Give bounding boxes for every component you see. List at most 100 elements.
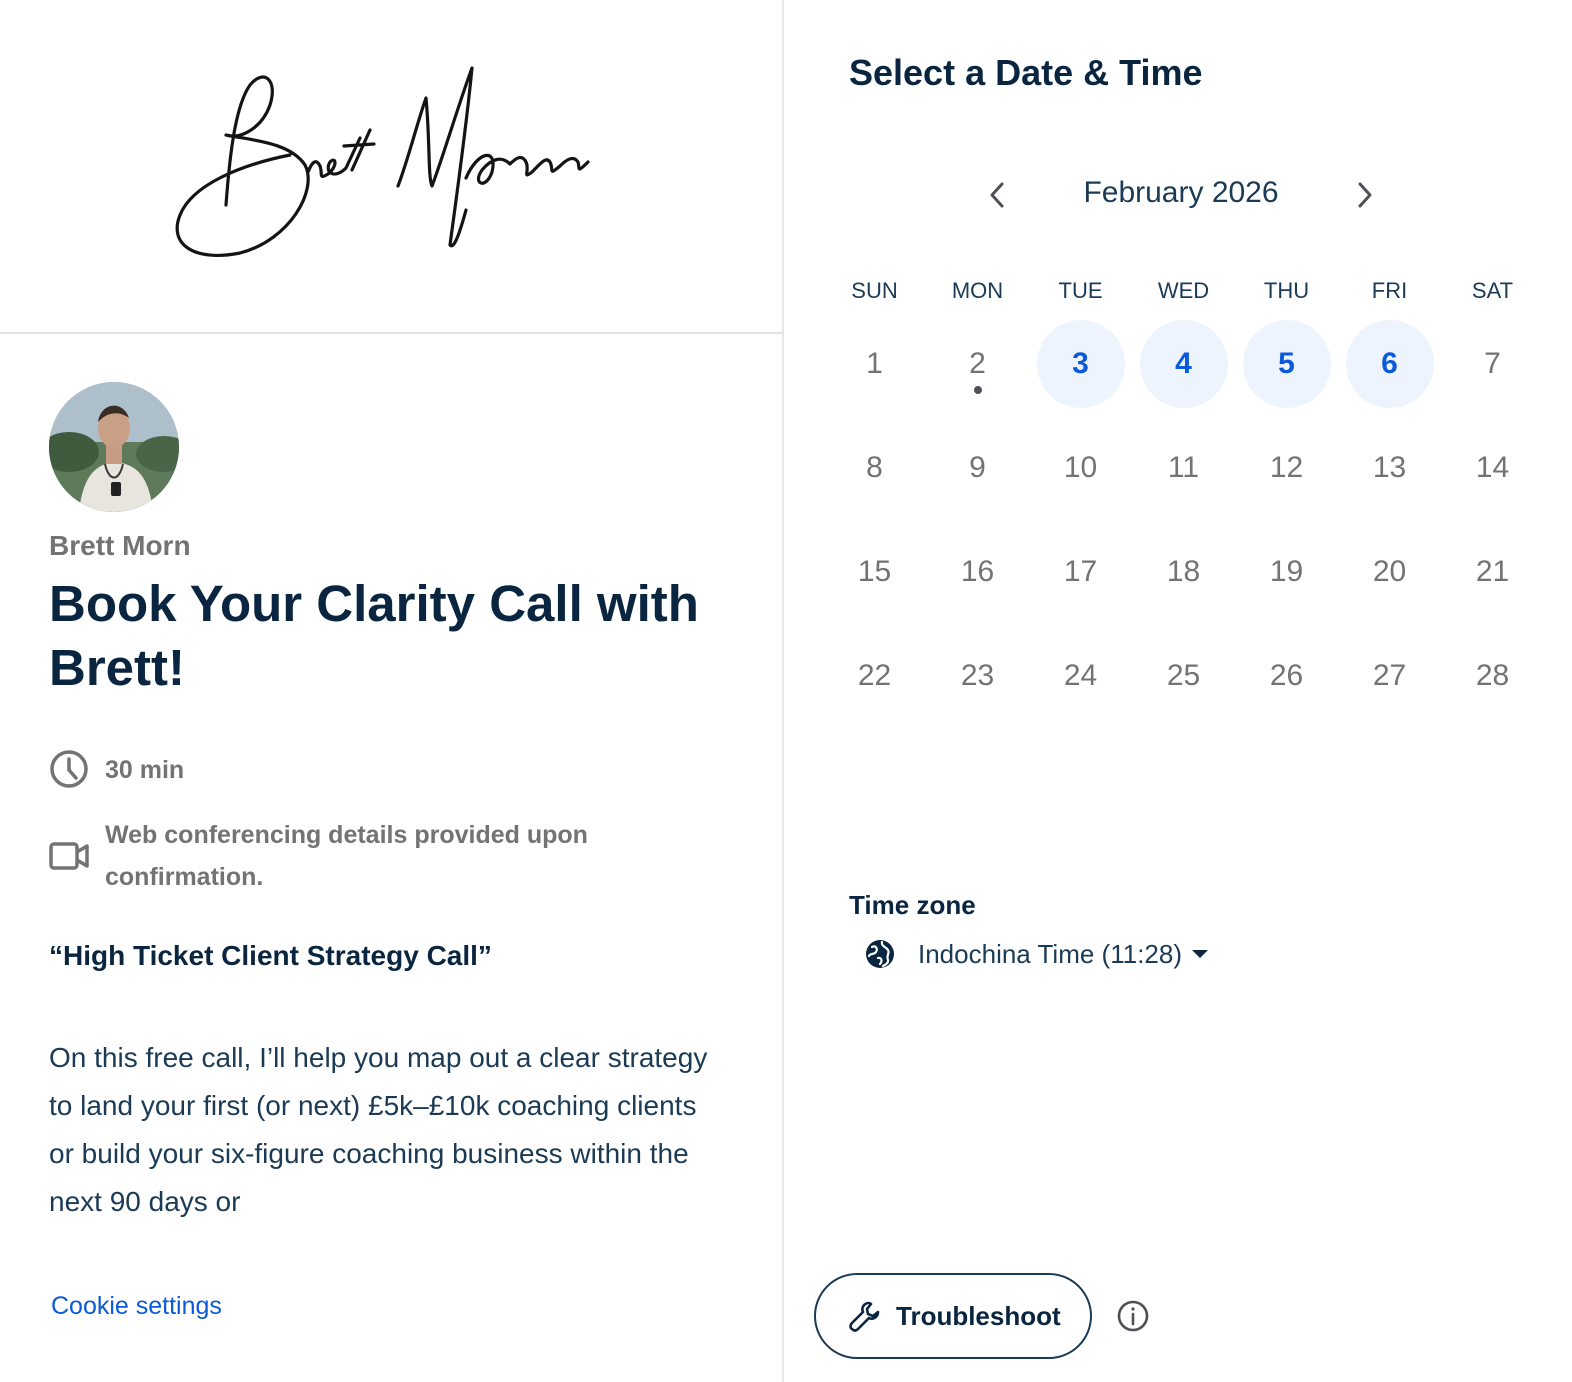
day-number: 4 [1139, 320, 1228, 408]
scheduler-panel: Select a Date & Time February 2026 SUN MO… [786, 0, 1572, 1382]
month-label: February 2026 [1083, 176, 1279, 209]
day-number: 25 [1166, 659, 1201, 692]
weekday-header: SUN MON TUE WED THU FRI SAT [823, 270, 1543, 312]
calendar-day-7: 7 [1441, 312, 1544, 416]
day-number: 17 [1063, 555, 1098, 588]
day-number: 8 [866, 451, 883, 484]
calendar-day-26: 26 [1235, 624, 1338, 728]
duration-row: 30 min [49, 749, 184, 791]
weekday-sat: SAT [1471, 278, 1514, 303]
calendar-week: 1 23456 7 [823, 312, 1543, 416]
weekday-sun: SUN [851, 278, 898, 303]
day-number: 20 [1372, 555, 1407, 588]
scheduler-title: Select a Date & Time [849, 52, 1203, 93]
day-number: 28 [1475, 659, 1510, 692]
calendar-day-2: 2 [926, 312, 1029, 416]
chevron-right-icon [1358, 182, 1372, 208]
troubleshoot-label: Troubleshoot [896, 1300, 1061, 1331]
video-camera-icon [49, 842, 89, 870]
today-indicator [973, 386, 982, 394]
cookie-settings-link[interactable]: Cookie settings [51, 1292, 222, 1321]
timezone-select[interactable]: Indochina Time (11:28) [864, 938, 1208, 970]
calendar-day-18: 18 [1132, 520, 1235, 624]
duration-text: 30 min [105, 756, 185, 784]
calendar-day-1: 1 [823, 312, 926, 416]
day-number: 5 [1242, 320, 1331, 408]
calendar-weeks: 1 2 3 4 5 6 7 8 9 10 11 12 13 14 15 16 17 18 19 20 21 22 23 24 2… [823, 312, 1543, 728]
calendar-day-8: 8 [823, 416, 926, 520]
globe-icon [866, 940, 894, 968]
calendar-week: 22 23 24 25 26 27 28 [823, 624, 1543, 728]
day-number: 3 [1036, 320, 1125, 408]
calendar-day-9: 9 [926, 416, 1029, 520]
day-number: 9 [969, 451, 986, 484]
location-text: Web conferencing details provided upon c… [105, 821, 588, 891]
calendar-week: 15 16 17 18 19 20 21 [823, 520, 1543, 624]
calendar-day-22: 22 [823, 624, 926, 728]
month-navigation: February 2026 [976, 170, 1386, 220]
day-number: 22 [857, 659, 892, 692]
calendar-day-21: 21 [1441, 520, 1544, 624]
calendar-day-12: 12 [1235, 416, 1338, 520]
event-description: On this free call, I’ll help you map out… [49, 1042, 708, 1217]
calendar-day-4[interactable]: 4 [1132, 312, 1235, 416]
calendar-day-17: 17 [1029, 520, 1132, 624]
wrench-icon [849, 1301, 880, 1332]
day-number: 7 [1484, 347, 1501, 380]
event-title: Book Your Clarity Call with Brett! [49, 575, 699, 696]
day-number: 16 [960, 555, 995, 588]
calendar-day-5[interactable]: 5 [1235, 312, 1338, 416]
signature-logo [175, 66, 590, 258]
weekday-wed: WED [1157, 278, 1210, 303]
calendar-day-3[interactable]: 3 [1029, 312, 1132, 416]
logo-area [0, 0, 784, 334]
weekday-thu: THU [1263, 278, 1310, 303]
event-tagline: “High Ticket Client Strategy Call” [49, 940, 492, 971]
day-number: 13 [1372, 451, 1407, 484]
calendar-grid: SUN MON TUE WED THU FRI SAT 1 2 3 4 5 6 7 8 9 10 11 12 13 1… [823, 270, 1543, 728]
troubleshoot-button[interactable]: Troubleshoot [814, 1273, 1092, 1359]
day-number: 14 [1475, 451, 1510, 484]
calendar-day-6[interactable]: 6 [1338, 312, 1441, 416]
calendar-day-15: 15 [823, 520, 926, 624]
day-number: 26 [1269, 659, 1304, 692]
calendar-day-19: 19 [1235, 520, 1338, 624]
day-number: 23 [960, 659, 995, 692]
calendar-day-23: 23 [926, 624, 1029, 728]
day-number: 11 [1167, 451, 1200, 484]
day-number: 18 [1166, 555, 1201, 588]
day-number: 24 [1063, 659, 1098, 692]
day-number: 21 [1475, 555, 1510, 588]
day-number: 27 [1372, 659, 1407, 692]
day-number: 10 [1063, 451, 1098, 484]
calendar-day-25: 25 [1132, 624, 1235, 728]
host-avatar [49, 382, 179, 512]
calendar-day-28: 28 [1441, 624, 1544, 728]
timezone-label: Time zone [849, 890, 976, 920]
calendar-day-13: 13 [1338, 416, 1441, 520]
calendar-day-16: 16 [926, 520, 1029, 624]
timezone-value: Indochina Time (11:28) [918, 938, 1182, 969]
day-number: 19 [1269, 555, 1304, 588]
calendar-day-14: 14 [1441, 416, 1544, 520]
day-number: 1 [866, 347, 883, 380]
weekday-fri: FRI [1371, 278, 1408, 303]
info-icon[interactable] [1117, 1300, 1149, 1332]
calendar-day-24: 24 [1029, 624, 1132, 728]
day-number: 6 [1345, 320, 1434, 408]
event-details-panel: Brett Morn Book Your Clarity Call with B… [0, 0, 784, 1382]
weekday-mon: MON [951, 278, 1004, 303]
next-month-button[interactable] [1342, 173, 1386, 217]
clock-icon [50, 750, 88, 788]
location-row: Web conferencing details provided upon c… [49, 814, 649, 898]
caret-down-icon [1192, 950, 1208, 958]
weekday-tue: TUE [1058, 278, 1103, 303]
calendar-week: 8 9 10 11 12 13 14 [823, 416, 1543, 520]
calendar-day-20: 20 [1338, 520, 1441, 624]
calendar-day-10: 10 [1029, 416, 1132, 520]
day-number: 15 [857, 555, 892, 588]
calendar-day-27: 27 [1338, 624, 1441, 728]
day-number: 2 [934, 320, 1022, 408]
day-number: 12 [1269, 451, 1304, 484]
host-name: Brett Morn [49, 530, 191, 561]
